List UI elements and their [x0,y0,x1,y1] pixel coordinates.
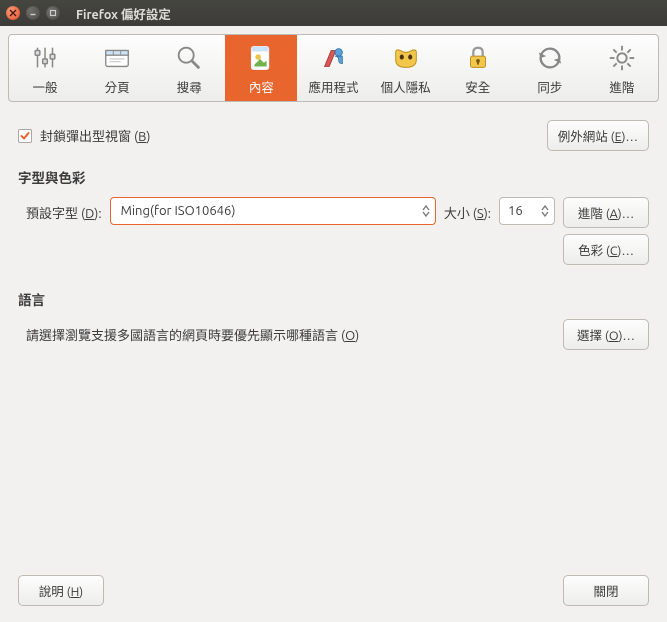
sync-icon [535,41,565,75]
tab-label: 搜尋 [177,77,202,96]
tab-label: 內容 [249,77,274,96]
font-size-value: 16 [508,204,540,218]
tab-privacy[interactable]: 個人隱私 [370,35,442,101]
window-title: Firefox 偏好設定 [76,4,171,23]
font-size-label: 大小 (S): [444,197,491,222]
sliders-icon [30,41,60,75]
fonts-heading: 字型與色彩 [18,167,649,187]
tab-security[interactable]: 安全 [442,35,514,101]
window-icon [102,41,132,75]
languages-description: 請選擇瀏覽支援多國語言的網頁時要優先顯示哪種語言 (O) [26,325,359,344]
tab-search[interactable]: 搜尋 [153,35,225,101]
help-button[interactable]: 說明 (H) [18,575,104,606]
tab-sync[interactable]: 同步 [514,35,586,101]
tab-label: 分頁 [105,77,130,96]
tab-general[interactable]: 一般 [9,35,81,101]
lock-icon [463,41,493,75]
tab-label: 同步 [537,77,562,96]
mask-icon [391,41,421,75]
tab-advanced[interactable]: 進階 [586,35,658,101]
tab-tabs[interactable]: 分頁 [81,35,153,101]
font-size-spinner[interactable]: 16 [499,197,555,225]
maximize-icon[interactable] [46,6,60,20]
tab-label: 進階 [609,77,634,96]
close-button[interactable]: 關閉 [563,575,649,606]
gear-icon [607,41,637,75]
tab-label: 個人隱私 [381,77,431,96]
applications-icon [318,41,348,75]
chevron-updown-icon [421,205,431,217]
tab-label: 應用程式 [308,77,358,96]
tab-content[interactable]: 內容 [225,35,297,101]
block-popups-label: 封鎖彈出型視窗 (B) [40,126,150,145]
default-font-label: 預設字型 (D): [26,197,102,222]
tab-applications[interactable]: 應用程式 [297,35,369,101]
chevron-updown-icon [540,205,550,217]
block-popups-checkbox[interactable]: 封鎖彈出型視窗 (B) [18,126,150,145]
checkbox-icon [18,129,32,143]
languages-heading: 語言 [18,289,649,309]
document-icon [246,41,276,75]
default-font-value: Ming(for ISO10646) [121,204,421,218]
preferences-tabs: 一般 分頁 搜尋 內容 [8,34,659,102]
default-font-combo[interactable]: Ming(for ISO10646) [110,197,436,225]
fonts-advanced-button[interactable]: 進階 (A)… [563,197,649,228]
colors-button[interactable]: 色彩 (C)… [563,234,649,265]
minimize-icon[interactable] [26,6,40,20]
languages-choose-button[interactable]: 選擇 (O)… [563,319,649,350]
close-icon[interactable] [6,6,20,20]
popup-exceptions-button[interactable]: 例外網站 (E)… [547,120,649,151]
search-icon [174,41,204,75]
titlebar: Firefox 偏好設定 [0,0,667,26]
tab-label: 一般 [33,77,58,96]
tab-label: 安全 [465,77,490,96]
